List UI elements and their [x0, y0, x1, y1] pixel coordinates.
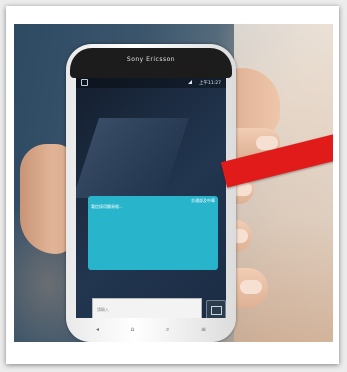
menu-icon[interactable]: ≡ — [201, 326, 206, 334]
photo: Sony Ericsson 上午11:27 交通部及中華 電信採用簡易格... … — [14, 24, 333, 342]
message-last-line: 電信採用簡易格... — [91, 204, 123, 209]
attach-image-button[interactable] — [206, 300, 226, 318]
status-bar: 上午11:27 — [76, 78, 226, 88]
message-bubble[interactable]: 交通部及中華 電信採用簡易格... — [88, 196, 218, 270]
message-input-placeholder: 請輸入 — [97, 307, 109, 312]
back-icon[interactable]: ◂ — [96, 326, 99, 334]
search-icon[interactable]: ⌕ — [166, 326, 169, 334]
status-time: 上午11:27 — [199, 81, 221, 86]
home-icon[interactable]: ⌂ — [131, 326, 135, 334]
notification-icon — [81, 79, 88, 86]
phone: Sony Ericsson 上午11:27 交通部及中華 電信採用簡易格... … — [66, 44, 236, 342]
phone-top-bezel — [70, 48, 232, 78]
wallpaper-streak — [76, 118, 189, 198]
phone-nav-keys: ◂ ⌂ ⌕ ≡ — [96, 326, 206, 334]
brand-logo: Sony Ericsson — [126, 56, 176, 63]
message-input[interactable]: 請輸入 — [92, 298, 202, 318]
phone-screen: 上午11:27 交通部及中華 電信採用簡易格... 請輸入 — [76, 78, 226, 318]
image-icon — [211, 306, 222, 315]
signal-icon — [188, 80, 192, 84]
